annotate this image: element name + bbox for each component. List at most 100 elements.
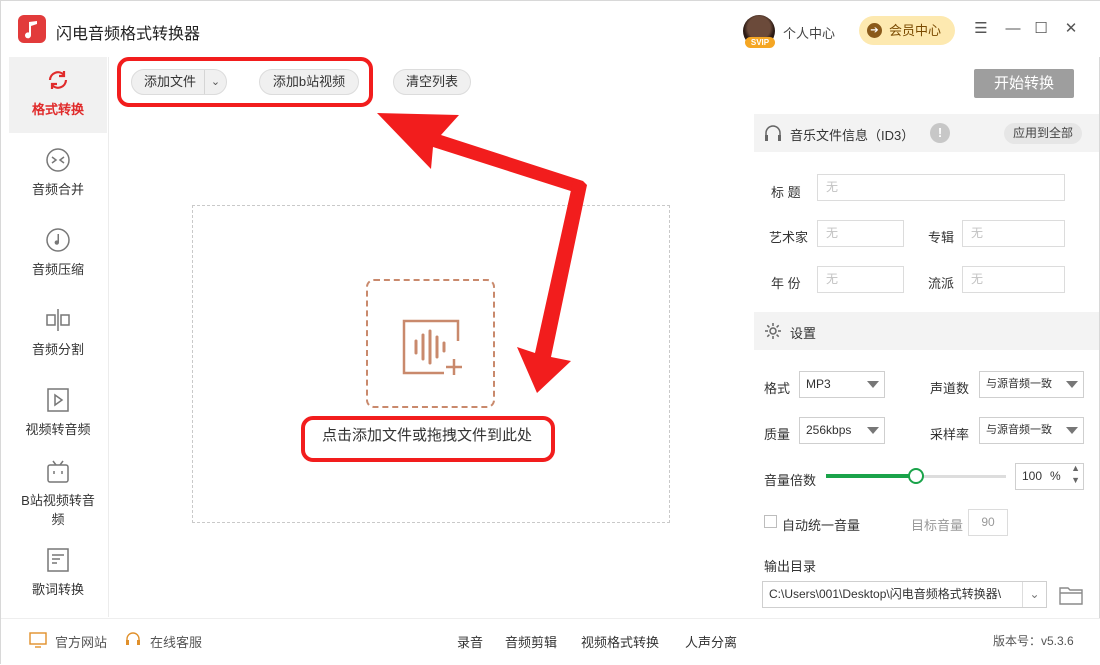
auto-volume-label: 自动统一音量 xyxy=(782,518,861,533)
sidebar-item-video-to-audio[interactable]: 视频转音频 xyxy=(9,387,107,447)
music-note-icon xyxy=(46,228,70,252)
channels-select[interactable]: 与源音频一致 xyxy=(979,371,1084,398)
chevron-down-icon xyxy=(867,381,879,388)
output-path: C:\Users\001\Desktop\闪电音频格式转换器\ xyxy=(769,587,1002,601)
footer: 官方网站 在线客服 录音 音频剪辑 视频格式转换 人声分离 版本号：v5.3.6 xyxy=(1,618,1100,665)
volume-value: 100 xyxy=(1022,469,1043,483)
id3-section-header: 音乐文件信息（ID3） ! 应用到全部 xyxy=(754,114,1099,152)
split-icon xyxy=(46,309,70,331)
arrow-to-dropzone-icon xyxy=(517,181,587,393)
album-label: 专辑 xyxy=(928,230,955,245)
quality-label: 质量 xyxy=(764,427,791,442)
sidebar-item-split[interactable]: 音频分割 xyxy=(9,307,107,367)
volume-stepper[interactable]: 100 % ▲ ▼ xyxy=(1015,463,1084,490)
quality-select[interactable]: 256kbps xyxy=(799,417,885,444)
convert-icon xyxy=(48,71,68,89)
genre-label: 流派 xyxy=(928,276,955,291)
album-field[interactable]: 无 xyxy=(962,220,1065,247)
sidebar-item-label: 视频转音频 xyxy=(25,422,91,437)
artist-label: 艺术家 xyxy=(769,230,809,245)
audio-edit-link[interactable]: 音频剪辑 xyxy=(505,632,557,651)
sidebar-item-label: 音频分割 xyxy=(31,342,84,357)
sidebar-item-label: 格式转换 xyxy=(31,102,84,117)
sidebar-item-bilibili[interactable]: B站视频转音频 xyxy=(9,459,107,539)
target-volume-field[interactable]: 90 xyxy=(968,509,1008,536)
chevron-down-icon xyxy=(1066,381,1078,388)
monitor-icon xyxy=(29,632,47,648)
genre-field[interactable]: 无 xyxy=(962,266,1065,293)
sidebar: 格式转换 音频合并 音频压缩 音频分割 视频转音频 B站视频转音频 歌词转换 xyxy=(1,57,109,617)
maximize-icon[interactable]: ☐ xyxy=(1031,19,1051,39)
quality-value: 256kbps xyxy=(806,423,852,437)
vip-center-label: 会员中心 xyxy=(889,23,942,38)
highlight-box-drop-hint xyxy=(301,416,555,462)
format-value: MP3 xyxy=(806,377,831,391)
sidebar-item-label: B站视频转音频 xyxy=(21,493,95,527)
year-field[interactable]: 无 xyxy=(817,266,904,293)
user-center-link[interactable]: 个人中心 xyxy=(783,23,835,42)
support-link[interactable]: 在线客服 xyxy=(150,632,202,651)
settings-section-title: 设置 xyxy=(790,326,817,341)
channels-label: 声道数 xyxy=(930,381,970,396)
channels-value: 与源音频一致 xyxy=(986,378,1052,390)
samplerate-value: 与源音频一致 xyxy=(986,424,1052,436)
sidebar-item-merge[interactable]: 音频合并 xyxy=(9,147,107,207)
sidebar-item-label: 歌词转换 xyxy=(31,582,84,597)
clear-list-button[interactable]: 清空列表 xyxy=(393,69,471,95)
video-convert-link[interactable]: 视频格式转换 xyxy=(581,632,659,651)
annotation-arrows xyxy=(377,113,587,393)
right-panel: 音乐文件信息（ID3） ! 应用到全部 标 题 无 艺术家 无 专辑 无 年 份… xyxy=(754,114,1099,617)
target-volume-label: 目标音量 xyxy=(911,518,964,533)
title-bar: 闪电音频格式转换器 SVIP 个人中心 ➔ 会员中心 ☰ — ☐ ✕ xyxy=(1,1,1100,57)
headphones-icon xyxy=(765,125,781,141)
merge-icon xyxy=(46,148,70,172)
format-select[interactable]: MP3 xyxy=(799,371,885,398)
app-title: 闪电音频格式转换器 xyxy=(56,26,201,43)
title-field[interactable]: 无 xyxy=(817,174,1065,201)
apply-to-all-button[interactable]: 应用到全部 xyxy=(1004,123,1082,144)
sidebar-item-compress[interactable]: 音频压缩 xyxy=(9,227,107,287)
output-dir-field[interactable]: C:\Users\001\Desktop\闪电音频格式转换器\ ⌄ xyxy=(762,581,1047,608)
id3-section-title: 音乐文件信息（ID3） xyxy=(790,128,915,143)
samplerate-label: 采样率 xyxy=(930,427,970,442)
auto-volume-checkbox[interactable] xyxy=(764,515,777,528)
chevron-down-icon xyxy=(867,427,879,434)
stepper-arrows-icon[interactable]: ▲ ▼ xyxy=(1071,462,1080,486)
video-audio-icon xyxy=(47,388,69,412)
sidebar-item-format-convert[interactable]: 格式转换 xyxy=(9,57,107,133)
year-label: 年 份 xyxy=(771,276,801,291)
version-label: 版本号：v5.3.6 xyxy=(993,634,1074,648)
start-convert-button[interactable]: 开始转换 xyxy=(974,69,1074,98)
title-label: 标 题 xyxy=(771,185,801,200)
sidebar-item-label: 音频压缩 xyxy=(31,262,84,277)
folder-icon[interactable] xyxy=(1059,585,1083,605)
record-link[interactable]: 录音 xyxy=(457,632,483,651)
output-dir-label: 输出目录 xyxy=(764,559,817,574)
vip-center-button[interactable]: ➔ 会员中心 xyxy=(859,16,955,45)
app-window: 闪电音频格式转换器 SVIP 个人中心 ➔ 会员中心 ☰ — ☐ ✕ 格式转换 … xyxy=(0,0,1100,665)
app-logo-icon xyxy=(18,15,46,43)
arrow-right-icon: ➔ xyxy=(867,23,882,38)
sidebar-item-lyrics[interactable]: 歌词转换 xyxy=(9,547,107,607)
volume-slider-knob[interactable] xyxy=(908,468,924,484)
minimize-icon[interactable]: — xyxy=(1003,19,1023,39)
samplerate-select[interactable]: 与源音频一致 xyxy=(979,417,1084,444)
volume-slider[interactable] xyxy=(826,466,1006,486)
info-icon[interactable]: ! xyxy=(930,123,950,143)
menu-icon[interactable]: ☰ xyxy=(971,19,991,39)
close-icon[interactable]: ✕ xyxy=(1061,19,1081,39)
bilibili-tv-icon xyxy=(47,460,69,483)
website-link[interactable]: 官方网站 xyxy=(55,632,107,651)
format-label: 格式 xyxy=(764,381,791,396)
lyrics-icon xyxy=(47,548,69,572)
headset-icon xyxy=(126,632,140,645)
volume-unit: % xyxy=(1050,469,1061,483)
chevron-down-icon xyxy=(1066,427,1078,434)
vocal-separate-link[interactable]: 人声分离 xyxy=(685,632,737,651)
gear-icon xyxy=(765,323,781,339)
artist-field[interactable]: 无 xyxy=(817,220,904,247)
svip-badge: SVIP xyxy=(745,37,775,48)
volume-label: 音量倍数 xyxy=(764,473,817,488)
chevron-down-icon[interactable]: ⌄ xyxy=(1022,582,1046,607)
settings-section-header: 设置 xyxy=(754,312,1099,350)
